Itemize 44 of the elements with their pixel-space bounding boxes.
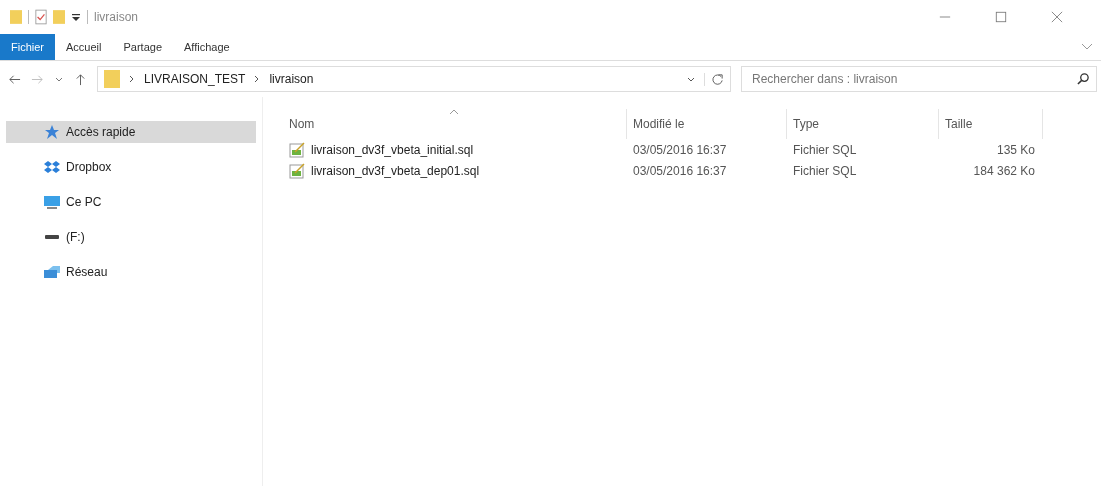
table-cell-text: 135 Ko <box>995 142 1036 157</box>
refresh-icon[interactable] <box>704 72 724 86</box>
drive-icon <box>45 235 59 239</box>
network-icon <box>44 264 60 280</box>
table-cell-text: Fichier SQL <box>792 163 858 178</box>
properties-icon[interactable] <box>35 9 47 25</box>
monitor-icon <box>44 194 60 210</box>
folder-icon <box>104 69 120 89</box>
table-cell-text: 03/05/2016 16:37 <box>632 163 728 178</box>
file-name[interactable]: livraison_dv3f_vbeta_initial.sql <box>311 142 474 157</box>
up-arrow-icon[interactable] <box>74 72 87 86</box>
close-icon[interactable] <box>1051 11 1063 23</box>
column-header[interactable]: Type <box>787 109 939 139</box>
breadcrumb-item[interactable]: LIVRAISON_TEST <box>144 72 246 86</box>
table-cell-text: 184 362 Ko <box>972 163 1036 178</box>
maximize-icon[interactable] <box>995 11 1007 23</box>
column-header[interactable]: Modifié le <box>627 109 787 139</box>
sql-file-icon <box>289 141 305 158</box>
expand-ribbon-icon[interactable] <box>1081 43 1093 51</box>
ribbon-tab[interactable]: Partage <box>112 34 173 60</box>
sidebar-item[interactable]: Accès rapide <box>6 121 256 143</box>
file-name[interactable]: livraison_dv3f_vbeta_dep01.sql <box>311 163 480 178</box>
column-header[interactable]: Taille <box>939 109 1043 139</box>
sidebar-item[interactable]: Réseau <box>6 261 256 283</box>
sql-file-icon <box>289 162 305 179</box>
breadcrumb-item[interactable]: livraison <box>269 72 314 86</box>
window-title: livraison <box>94 10 138 24</box>
sidebar-item[interactable]: Dropbox <box>6 156 256 178</box>
table-cell-text: Fichier SQL <box>792 142 858 157</box>
column-header[interactable]: Nom <box>287 109 627 139</box>
ribbon-tab[interactable]: Accueil <box>55 34 113 60</box>
table-cell-text: 03/05/2016 16:37 <box>632 142 728 157</box>
ribbon-tab[interactable]: Fichier <box>0 34 55 60</box>
dropdown-icon[interactable] <box>71 12 81 22</box>
address-bar[interactable]: LIVRAISON_TEST livraison <box>97 66 731 92</box>
chevron-right-icon <box>128 74 136 84</box>
ribbon-tab[interactable]: Affichage <box>173 34 241 60</box>
sort-caret-icon <box>449 109 459 115</box>
search-icon[interactable] <box>1077 72 1090 85</box>
star-icon <box>44 124 60 140</box>
dropbox-icon <box>44 159 60 175</box>
search-field[interactable]: Rechercher dans : livraison <box>741 66 1097 92</box>
sidebar-item[interactable]: (F:) <box>6 226 256 248</box>
sidebar-item[interactable]: Ce PC <box>6 191 256 213</box>
